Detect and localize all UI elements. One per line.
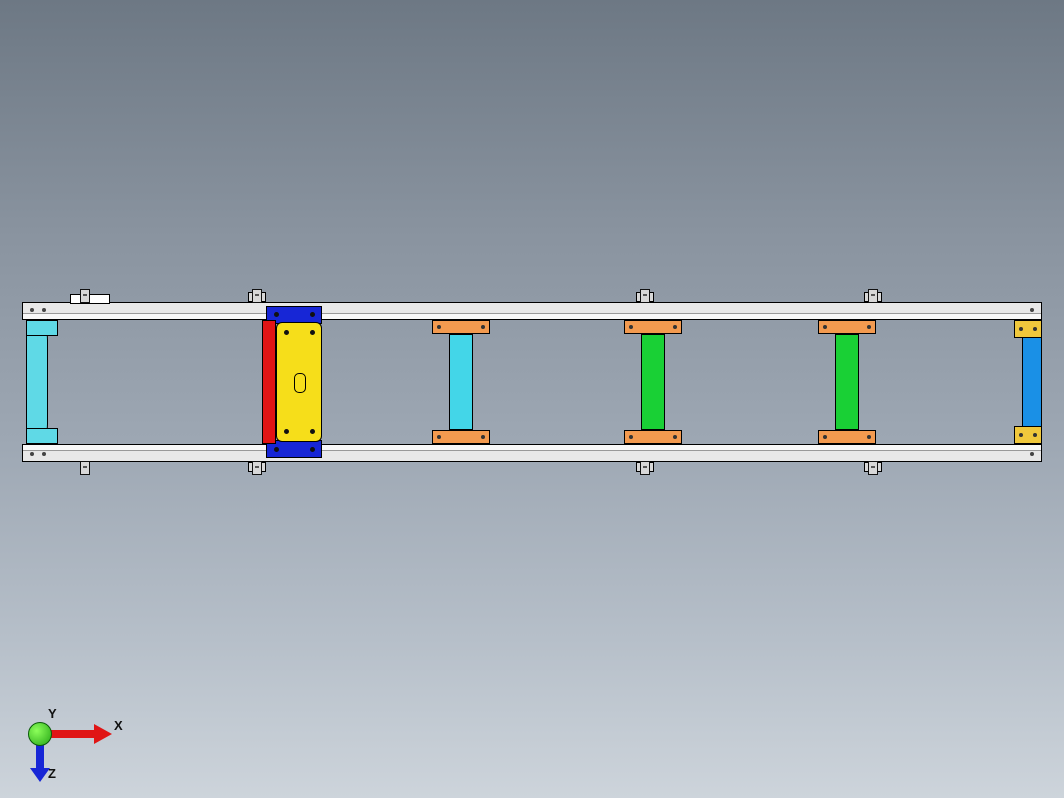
stopper-block [70, 294, 110, 304]
fastener [274, 312, 279, 317]
bolt [868, 289, 878, 303]
axis-z [36, 742, 44, 770]
corner-bracket [1014, 320, 1042, 338]
cad-viewport[interactable]: X Y Z [0, 0, 1064, 798]
rail-bottom [22, 444, 1042, 462]
flange [624, 430, 682, 444]
flange [818, 320, 876, 334]
crossmember-end-left [26, 320, 48, 444]
corner-bracket [1014, 426, 1042, 444]
fastener [284, 429, 289, 434]
hole [1030, 308, 1034, 312]
hole [42, 452, 46, 456]
axis-z-arrow [30, 768, 50, 782]
hole [42, 308, 46, 312]
bolt [80, 461, 90, 475]
crossmember-web-green [835, 334, 859, 430]
crossmember-web-cyan [449, 334, 473, 430]
hole [1030, 452, 1034, 456]
axis-triad[interactable]: X Y Z [18, 684, 138, 774]
axis-x-arrow [94, 724, 112, 744]
bolt [640, 461, 650, 475]
fastener [284, 330, 289, 335]
rail-top [22, 302, 1042, 320]
axis-label-x: X [114, 718, 123, 733]
bolt [640, 289, 650, 303]
assembly-yellow-body [276, 322, 322, 442]
fastener [274, 447, 279, 452]
hole [30, 308, 34, 312]
flange [432, 430, 490, 444]
fastener [310, 330, 315, 335]
flange [624, 320, 682, 334]
bolt [252, 289, 262, 303]
flange [818, 430, 876, 444]
hole [30, 452, 34, 456]
axis-x [48, 730, 94, 738]
bolt [80, 289, 90, 303]
bolt [252, 461, 262, 475]
crossmember-web-green [641, 334, 665, 430]
fastener [310, 447, 315, 452]
axis-origin [28, 722, 52, 746]
assembly-red-side [262, 320, 276, 444]
axis-label-y: Y [48, 706, 57, 721]
fastener [310, 312, 315, 317]
axis-label-z: Z [48, 766, 56, 781]
crossmember-assembly [262, 306, 322, 458]
fastener [310, 429, 315, 434]
flange [432, 320, 490, 334]
bolt [868, 461, 878, 475]
